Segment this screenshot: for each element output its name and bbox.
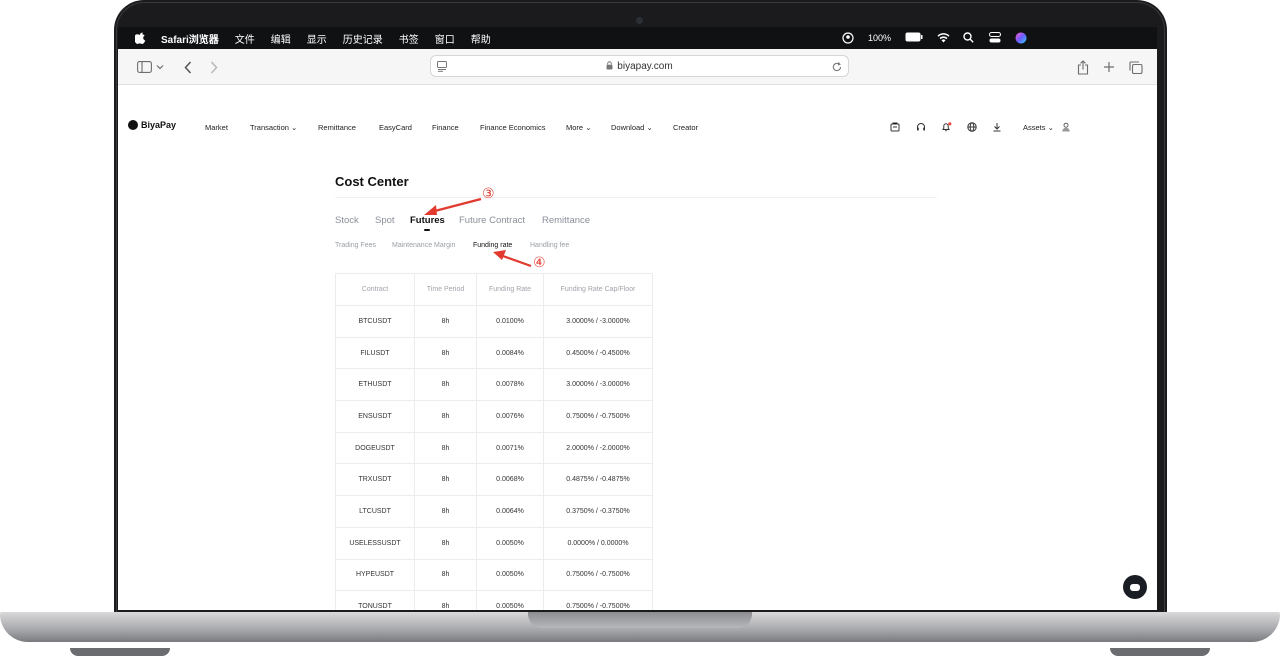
- annotation-arrow-4: [499, 253, 532, 268]
- annotation-step-3: ③: [482, 186, 495, 202]
- annotation-arrowhead-3: [424, 205, 437, 215]
- annotation-arrows: [424, 197, 532, 268]
- screenshot-stage: Safari浏览器 文件 编辑 显示 历史记录 书签 窗口 帮助 100% bi…: [0, 0, 1280, 658]
- annotation-arrowhead-4: [493, 250, 506, 260]
- annotation-arrow-3: [430, 197, 482, 214]
- annotation-step-4: ④: [533, 255, 546, 271]
